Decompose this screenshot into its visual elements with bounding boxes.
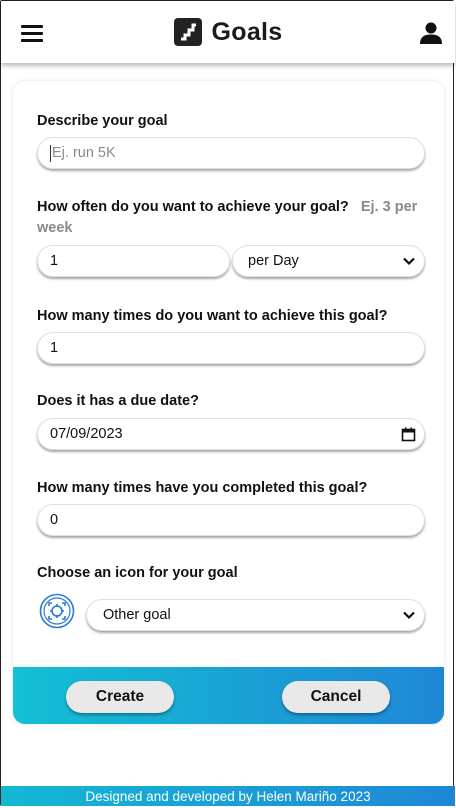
- times-value: 1: [50, 340, 59, 356]
- goal-form-card: Describe your goal Ej. run 5K How often …: [13, 81, 444, 724]
- frequency-period-value: per Day: [248, 253, 299, 269]
- frequency-label: How often do you want to achieve your go…: [37, 197, 425, 239]
- chevron-down-icon: [403, 611, 415, 620]
- frequency-count-value: 1: [50, 253, 59, 269]
- due-date-label: Does it has a due date?: [37, 393, 199, 409]
- text-caret: [50, 144, 51, 162]
- completed-input[interactable]: 0: [37, 504, 425, 536]
- chevron-down-icon: [403, 257, 415, 266]
- icon-label: Choose an icon for your goal: [37, 565, 238, 581]
- hamburger-menu-icon[interactable]: [21, 25, 43, 42]
- icon-select-value: Other goal: [103, 607, 171, 623]
- brand: Goals: [173, 17, 283, 47]
- calendar-icon[interactable]: [401, 427, 416, 442]
- completed-value: 0: [50, 512, 59, 528]
- completed-label: How many times have you completed this g…: [37, 480, 368, 496]
- goal-description-input[interactable]: Ej. run 5K: [37, 137, 425, 169]
- times-label: How many times do you want to achieve th…: [37, 308, 388, 324]
- target-focus-icon: [39, 593, 75, 629]
- create-button[interactable]: Create: [66, 681, 174, 713]
- due-date-value: 07/09/2023: [50, 426, 123, 442]
- frequency-question: How often do you want to achieve your go…: [37, 199, 349, 215]
- due-date-input[interactable]: 07/09/2023: [37, 418, 425, 450]
- form-actions-bar: Create Cancel: [13, 667, 444, 724]
- frequency-period-select[interactable]: per Day: [232, 245, 425, 277]
- stairs-logo-icon: [173, 18, 202, 46]
- page-title: Goals: [211, 17, 283, 46]
- app-header: Goals: [1, 1, 455, 63]
- frequency-count-input[interactable]: 1: [37, 245, 230, 277]
- cancel-button[interactable]: Cancel: [282, 681, 390, 713]
- describe-label: Describe your goal: [37, 113, 168, 129]
- footer: Designed and developed by Helen Mariño 2…: [1, 786, 455, 806]
- times-input[interactable]: 1: [37, 332, 425, 364]
- user-icon[interactable]: [419, 21, 443, 45]
- icon-select[interactable]: Other goal: [86, 599, 425, 631]
- goal-description-placeholder: Ej. run 5K: [52, 145, 116, 161]
